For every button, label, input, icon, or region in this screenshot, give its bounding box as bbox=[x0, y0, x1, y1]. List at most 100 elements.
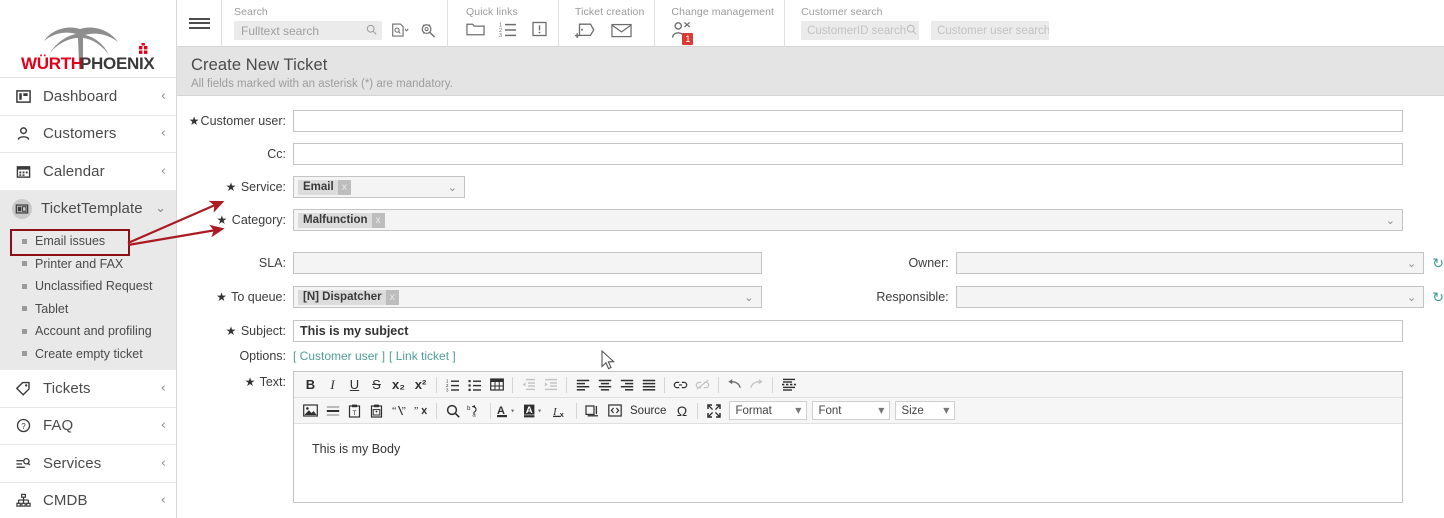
chevron-down-icon[interactable]: ⌄ bbox=[1407, 291, 1416, 304]
remove-quote-icon[interactable]: ” bbox=[410, 400, 431, 421]
editor-body[interactable]: This is my Body bbox=[294, 424, 1402, 502]
indent-icon[interactable] bbox=[540, 374, 561, 395]
sidebar-subnav-tickettemplate: Email issues Printer and FAX Unclassifie… bbox=[0, 228, 176, 370]
chevron-left-icon[interactable]: ‹ bbox=[161, 126, 166, 141]
service-tag-remove-icon[interactable]: x bbox=[337, 179, 351, 195]
sidebar-item-label: FAQ bbox=[43, 417, 74, 435]
chevron-left-icon[interactable]: ‹ bbox=[161, 381, 166, 396]
category-tag-remove-icon[interactable]: x bbox=[371, 212, 385, 228]
italic-icon[interactable]: I bbox=[322, 374, 343, 395]
align-left-icon[interactable] bbox=[572, 374, 593, 395]
source-icon[interactable] bbox=[604, 400, 625, 421]
horizontal-rule-icon[interactable] bbox=[322, 400, 343, 421]
sla-input[interactable] bbox=[293, 252, 762, 274]
sidebar-subitem-tablet[interactable]: Tablet bbox=[0, 298, 176, 321]
chevron-down-icon[interactable]: ⌄ bbox=[1407, 257, 1416, 270]
service-select[interactable]: Email x ⌄ bbox=[293, 176, 465, 198]
align-center-icon[interactable] bbox=[594, 374, 615, 395]
cc-input[interactable] bbox=[293, 143, 1403, 165]
brand-logo[interactable]: WÜRTH PHOENIX bbox=[0, 0, 176, 78]
text-color-icon[interactable]: A bbox=[496, 400, 522, 421]
folder-icon[interactable] bbox=[466, 21, 485, 37]
bold-icon[interactable]: B bbox=[300, 374, 321, 395]
spell-check-icon[interactable] bbox=[582, 400, 603, 421]
sidebar-item-customers[interactable]: Customers ‹ bbox=[0, 115, 176, 153]
customer-user-search-input[interactable]: Customer user search bbox=[931, 21, 1050, 40]
chevron-down-icon[interactable]: ⌄ bbox=[448, 181, 457, 194]
page-break-icon[interactable] bbox=[778, 374, 799, 395]
email-icon[interactable] bbox=[611, 22, 632, 39]
sidebar-subitem-email-issues[interactable]: Email issues bbox=[0, 230, 176, 253]
sidebar-subitem-unclassified-request[interactable]: Unclassified Request bbox=[0, 275, 176, 298]
alert-icon[interactable] bbox=[531, 21, 548, 37]
unlink-icon[interactable] bbox=[692, 374, 713, 395]
table-icon[interactable] bbox=[486, 374, 507, 395]
undo-icon[interactable] bbox=[724, 374, 745, 395]
format-dropdown[interactable]: Format ▼ bbox=[729, 401, 808, 420]
chevron-left-icon[interactable]: ‹ bbox=[161, 164, 166, 179]
svg-text:a: a bbox=[472, 412, 476, 417]
sidebar-item-services[interactable]: Services ‹ bbox=[0, 445, 176, 483]
to-queue-tag-remove-icon[interactable]: x bbox=[385, 289, 399, 305]
chevron-left-icon[interactable]: ‹ bbox=[161, 89, 166, 104]
font-dropdown[interactable]: Font ▼ bbox=[812, 401, 891, 420]
find-icon[interactable] bbox=[442, 400, 463, 421]
sidebar-item-dashboard[interactable]: Dashboard ‹ bbox=[0, 78, 176, 116]
sidebar-item-tickets[interactable]: Tickets ‹ bbox=[0, 370, 176, 408]
outdent-icon[interactable] bbox=[518, 374, 539, 395]
source-label[interactable]: Source bbox=[626, 400, 670, 421]
wurth-phoenix-logo-icon: WÜRTH PHOENIX bbox=[21, 27, 156, 71]
sidebar-subitem-printer-and-fax[interactable]: Printer and FAX bbox=[0, 253, 176, 276]
to-queue-select[interactable]: [N] Dispatcher x ⌄ bbox=[293, 286, 762, 308]
list-icon[interactable]: 123 bbox=[499, 21, 517, 37]
numbered-list-icon[interactable]: 123 bbox=[442, 374, 463, 395]
paste-as-text-icon[interactable]: T bbox=[344, 400, 365, 421]
background-color-icon[interactable]: A bbox=[523, 400, 549, 421]
category-select[interactable]: Malfunction x ⌄ bbox=[293, 209, 1403, 231]
hamburger-icon[interactable] bbox=[177, 0, 221, 46]
search-input[interactable]: Fulltext search bbox=[234, 21, 382, 40]
show-blocks-icon[interactable]: “” bbox=[388, 400, 409, 421]
sidebar-item-faq[interactable]: ? FAQ ‹ bbox=[0, 407, 176, 445]
special-character-icon[interactable]: Ω bbox=[671, 400, 692, 421]
sidebar-item-tickettemplate[interactable]: TicketTemplate ⌄ bbox=[0, 190, 176, 228]
responsible-refresh-icon[interactable]: ↻ bbox=[1432, 289, 1444, 306]
underline-icon[interactable]: U bbox=[344, 374, 365, 395]
maximize-icon[interactable] bbox=[703, 400, 724, 421]
remove-format-icon[interactable]: Ix bbox=[550, 400, 571, 421]
replace-icon[interactable]: ba bbox=[464, 400, 485, 421]
chevron-down-icon[interactable]: ⌄ bbox=[155, 201, 166, 216]
chevron-left-icon[interactable]: ‹ bbox=[161, 456, 166, 471]
chevron-left-icon[interactable]: ‹ bbox=[161, 493, 166, 508]
redo-icon[interactable] bbox=[746, 374, 767, 395]
chevron-left-icon[interactable]: ‹ bbox=[161, 418, 166, 433]
ticket-add-icon[interactable] bbox=[575, 21, 597, 39]
sidebar-subitem-create-empty-ticket[interactable]: Create empty ticket bbox=[0, 343, 176, 366]
sidebar-item-calendar[interactable]: Calendar ‹ bbox=[0, 153, 176, 191]
align-justify-icon[interactable] bbox=[638, 374, 659, 395]
superscript-icon[interactable]: x² bbox=[410, 374, 431, 395]
customer-id-search-input[interactable]: CustomerID search bbox=[801, 21, 920, 40]
strikethrough-icon[interactable]: S bbox=[366, 374, 387, 395]
sidebar-item-cmdb[interactable]: CMDB ‹ bbox=[0, 482, 176, 518]
sidebar-subitem-account-and-profiling[interactable]: Account and profiling bbox=[0, 320, 176, 343]
image-icon[interactable] bbox=[300, 400, 321, 421]
paste-from-word-icon[interactable] bbox=[366, 400, 387, 421]
bulleted-list-icon[interactable] bbox=[464, 374, 485, 395]
options-link-ticket-link[interactable]: [ Link ticket ] bbox=[389, 349, 456, 363]
chevron-down-icon[interactable]: ⌄ bbox=[744, 291, 753, 304]
align-right-icon[interactable] bbox=[616, 374, 637, 395]
owner-select[interactable]: ⌄ bbox=[955, 252, 1425, 274]
search-document-dropdown-icon[interactable] bbox=[391, 22, 410, 39]
to-queue-label: ★ To queue: bbox=[216, 290, 286, 304]
chevron-down-icon[interactable]: ⌄ bbox=[1386, 214, 1395, 227]
subject-input[interactable]: This is my subject bbox=[293, 320, 1403, 342]
link-icon[interactable] bbox=[670, 374, 691, 395]
owner-refresh-icon[interactable]: ↻ bbox=[1432, 255, 1444, 272]
responsible-select[interactable]: ⌄ bbox=[955, 286, 1425, 308]
options-customer-user-link[interactable]: [ Customer user ] bbox=[293, 349, 385, 363]
size-dropdown[interactable]: Size ▼ bbox=[895, 401, 956, 420]
customer-user-input[interactable] bbox=[293, 110, 1403, 132]
search-advanced-icon[interactable] bbox=[419, 22, 437, 39]
subscript-icon[interactable]: x₂ bbox=[388, 374, 409, 395]
